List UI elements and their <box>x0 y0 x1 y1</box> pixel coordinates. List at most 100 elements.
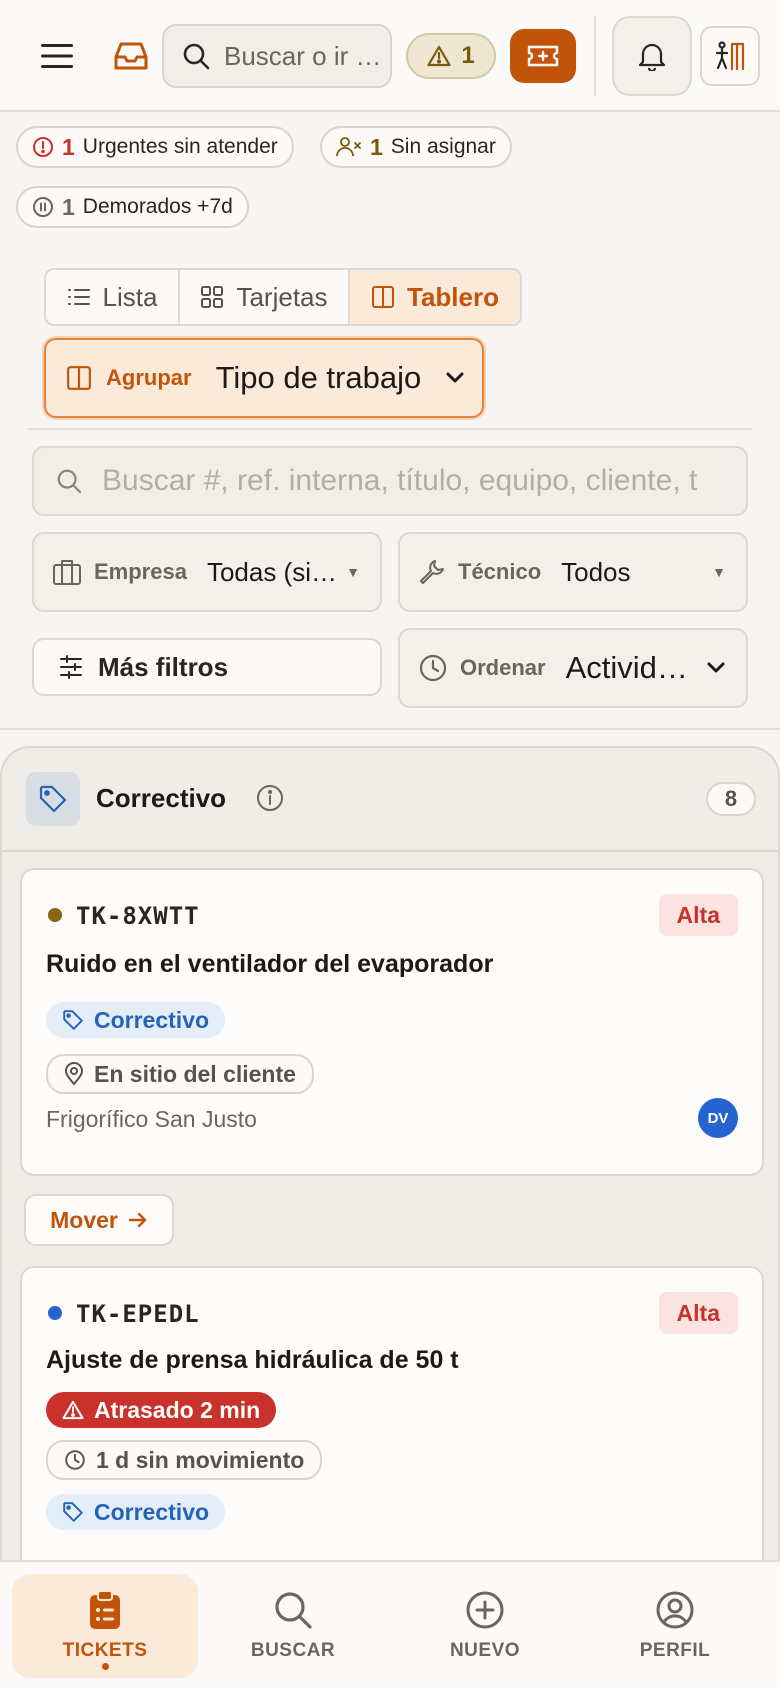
clipboard-list-icon <box>90 1590 120 1629</box>
move-label: Mover <box>50 1206 118 1233</box>
group-by-label: Agrupar <box>106 365 192 390</box>
global-search-input[interactable]: Buscar o ir … <box>162 24 392 88</box>
ticket-plus-icon <box>527 45 559 67</box>
chip-label: Urgentes sin atender <box>82 135 278 158</box>
bottom-nav: TICKETS BUSCAR NUEVO PERFIL <box>0 1560 780 1688</box>
nav-search[interactable]: BUSCAR <box>200 1574 386 1678</box>
view-toggle: Lista Tarjetas Tablero <box>44 268 522 326</box>
view-cards-label: Tarjetas <box>236 281 328 312</box>
view-list-button[interactable]: Lista <box>46 270 180 324</box>
chip-count: 1 <box>370 133 383 160</box>
clock-icon <box>65 1450 85 1470</box>
sort-value: Activid… <box>565 650 688 685</box>
user-x-icon <box>336 137 361 157</box>
ticket-code: TK-8XWTT <box>76 902 200 930</box>
nav-profile-label: PERFIL <box>639 1640 711 1661</box>
exit-button[interactable] <box>700 26 760 86</box>
tag-icon <box>63 1010 83 1030</box>
client-name: Frigorífico San Justo <box>46 1106 257 1132</box>
warning-icon <box>62 1400 84 1420</box>
divider <box>28 428 752 430</box>
stale-label: 1 d sin movimiento <box>96 1446 305 1473</box>
inbox-button[interactable] <box>108 36 154 76</box>
board-column-correctivo: Correctivo 8 TK-8XWTT Alta Ruido en el v… <box>0 746 780 1688</box>
inbox-icon <box>114 42 148 70</box>
nav-tickets[interactable]: TICKETS <box>12 1574 198 1678</box>
bell-icon <box>638 43 666 71</box>
view-board-button[interactable]: Tablero <box>350 270 520 324</box>
priority-badge: Alta <box>658 894 738 936</box>
search-icon <box>57 469 82 494</box>
chip-urgent-unattended[interactable]: 1 Urgentes sin atender <box>16 126 294 168</box>
nav-search-label: BUSCAR <box>250 1640 336 1661</box>
search-icon <box>183 43 210 70</box>
warning-icon <box>427 45 451 67</box>
chip-label: Sin asignar <box>390 135 496 158</box>
ticket-card[interactable]: TK-8XWTT Alta Ruido en el ventilador del… <box>20 868 764 1176</box>
column-count-badge: 8 <box>706 782 756 816</box>
menu-button[interactable] <box>34 36 80 76</box>
stale-badge: 1 d sin movimiento <box>46 1440 323 1480</box>
hamburger-icon <box>41 44 73 68</box>
chip-unassigned[interactable]: 1 Sin asignar <box>320 126 512 168</box>
chip-label: Demorados +7d <box>82 195 233 218</box>
column-header: Correctivo 8 <box>2 748 778 852</box>
overdue-label: Atrasado 2 min <box>94 1396 261 1423</box>
more-filters-label: Más filtros <box>98 651 229 682</box>
tag-icon <box>39 785 67 813</box>
building-icon <box>53 560 81 585</box>
nav-new[interactable]: NUEVO <box>392 1574 578 1678</box>
company-filter-label: Empresa <box>94 559 187 584</box>
chevron-down-icon <box>707 662 725 673</box>
technician-filter-value: Todos <box>561 556 631 587</box>
work-type-tag: Correctivo <box>46 1002 226 1038</box>
tag-icon <box>63 1502 83 1522</box>
column-tag-badge <box>26 772 80 826</box>
chip-delayed[interactable]: 1 Demorados +7d <box>16 186 249 228</box>
chip-count: 1 <box>62 193 75 220</box>
top-bar: Buscar o ir … 1 <box>0 0 780 112</box>
ticket-title: Ajuste de prensa hidráulica de 50 t <box>46 1346 459 1374</box>
overdue-badge: Atrasado 2 min <box>46 1392 277 1428</box>
caret-down-icon: ▼ <box>712 564 726 580</box>
arrow-right-icon <box>128 1212 147 1228</box>
chevron-down-icon <box>446 372 464 383</box>
sliders-icon <box>60 655 82 679</box>
door-exit-icon <box>715 41 745 71</box>
divider <box>0 728 780 730</box>
company-filter-select[interactable]: Empresa Todas (si… ▼ <box>32 532 382 612</box>
ticket-code: TK-EPEDL <box>76 1300 200 1328</box>
status-dot <box>48 908 62 922</box>
ticket-search-input[interactable]: Buscar #, ref. interna, título, equipo, … <box>32 446 748 516</box>
clock-icon <box>419 654 447 682</box>
info-icon <box>257 785 283 811</box>
ticket-search-placeholder: Buscar #, ref. interna, título, equipo, … <box>102 464 698 497</box>
technician-filter-select[interactable]: Técnico Todos ▼ <box>398 532 748 612</box>
company-filter-value: Todas (si… <box>206 556 337 587</box>
location-tag: En sitio del cliente <box>46 1054 314 1094</box>
work-type-label: Correctivo <box>94 1006 210 1033</box>
more-filters-button[interactable]: Más filtros <box>32 638 382 696</box>
pause-circle-icon <box>33 197 53 217</box>
view-cards-button[interactable]: Tarjetas <box>180 270 350 324</box>
priority-badge: Alta <box>658 1292 738 1334</box>
alerts-badge[interactable]: 1 <box>406 33 496 79</box>
column-info-button[interactable] <box>256 784 284 817</box>
toolbar-divider <box>594 16 596 96</box>
location-label: En sitio del cliente <box>94 1060 296 1087</box>
group-by-select[interactable]: Agrupar Tipo de trabajo <box>44 338 484 418</box>
wrench-icon <box>420 560 444 584</box>
columns-icon <box>67 366 91 390</box>
nav-profile[interactable]: PERFIL <box>582 1574 768 1678</box>
notifications-button[interactable] <box>612 16 692 96</box>
sort-label: Ordenar <box>460 655 546 680</box>
search-placeholder: Buscar o ir … <box>224 40 382 71</box>
map-pin-icon <box>64 1062 84 1086</box>
work-type-tag: Correctivo <box>46 1494 226 1530</box>
alert-circle-icon <box>33 137 53 157</box>
chip-count: 1 <box>62 133 75 160</box>
new-ticket-button[interactable] <box>510 29 576 83</box>
move-button[interactable]: Mover <box>24 1194 174 1246</box>
sort-select[interactable]: Ordenar Activid… <box>398 628 748 708</box>
caret-down-icon: ▼ <box>346 564 360 580</box>
